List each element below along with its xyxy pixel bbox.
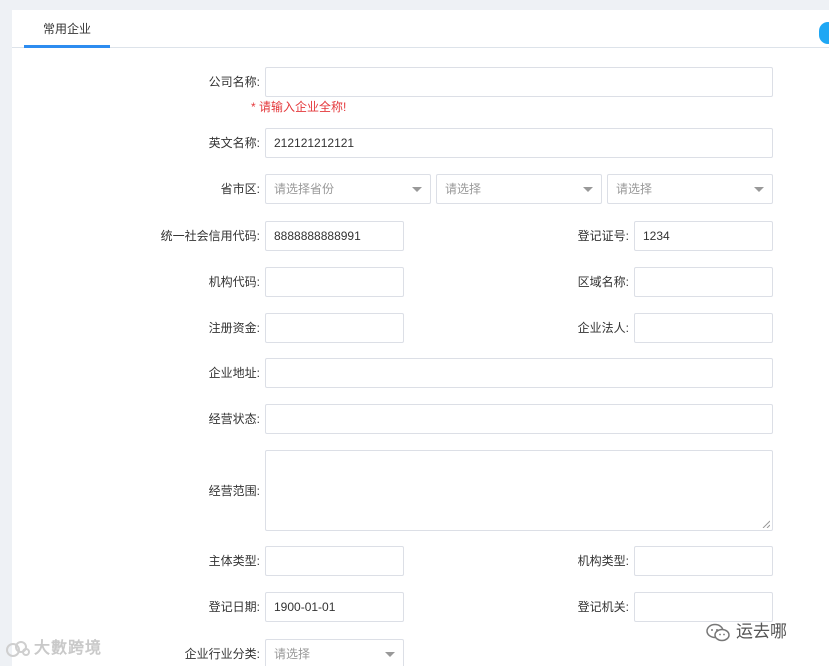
district-select[interactable]: 请选择 (607, 174, 773, 204)
watermark-left-text: 大數跨境 (34, 640, 103, 657)
registration-authority-label: 登记机关: (577, 600, 629, 614)
city-select[interactable]: 请选择 (436, 174, 602, 204)
corner-action-button[interactable] (819, 22, 829, 44)
watermark-right-text: 运去哪 (736, 622, 787, 641)
region-name-label: 区域名称: (577, 275, 629, 289)
registered-capital-label: 注册资金: (208, 321, 260, 335)
credit-code-input[interactable] (265, 221, 404, 251)
region-label: 省市区: (220, 182, 260, 196)
business-status-input[interactable] (265, 404, 773, 434)
tab-bar: 常用企业 (12, 10, 829, 48)
registration-date-label: 登记日期: (208, 600, 260, 614)
registered-capital-input[interactable] (265, 313, 404, 343)
resize-handle-icon[interactable] (762, 520, 770, 528)
english-name-label: 英文名称: (208, 136, 260, 150)
industry-placeholder: 请选择 (274, 647, 311, 661)
wechat-icon (706, 623, 730, 641)
business-status-label: 经营状态: (208, 412, 260, 426)
registration-no-label: 登记证号: (577, 229, 629, 243)
watermark-left: 大數跨境 (6, 636, 102, 662)
company-name-error: * 请输入企业全称! (251, 100, 347, 114)
org-code-input[interactable] (265, 267, 404, 297)
chevron-down-icon (385, 652, 395, 657)
legal-person-label: 企业法人: (577, 321, 629, 335)
chevron-down-icon (754, 187, 764, 192)
company-name-input[interactable] (265, 67, 773, 97)
tab-common-companies[interactable]: 常用企业 (24, 10, 110, 48)
district-placeholder: 请选择 (616, 182, 653, 196)
page-background: 常用企业 公司名称: * 请输入企业全称! 英文名称: 省市区: 请选择省份 请… (0, 0, 829, 666)
registration-date-input[interactable] (265, 592, 404, 622)
address-input[interactable] (265, 358, 773, 388)
org-type-label: 机构类型: (577, 554, 629, 568)
form-panel: 常用企业 公司名称: * 请输入企业全称! 英文名称: 省市区: 请选择省份 请… (12, 10, 829, 666)
legal-person-input[interactable] (634, 313, 773, 343)
brand-logo-icon (6, 640, 30, 657)
org-code-label: 机构代码: (208, 275, 260, 289)
business-scope-label: 经营范围: (208, 484, 260, 498)
entity-type-label: 主体类型: (208, 554, 260, 568)
business-scope-textarea[interactable] (265, 450, 773, 531)
watermark-right: 运去哪 (706, 618, 787, 646)
entity-type-input[interactable] (265, 546, 404, 576)
city-placeholder: 请选择 (445, 182, 482, 196)
industry-select[interactable]: 请选择 (265, 639, 404, 666)
chevron-down-icon (412, 187, 422, 192)
province-select[interactable]: 请选择省份 (265, 174, 431, 204)
region-name-input[interactable] (634, 267, 773, 297)
company-name-label: 公司名称: (208, 75, 260, 89)
english-name-input[interactable] (265, 128, 773, 158)
industry-label: 企业行业分类: (184, 647, 260, 661)
registration-no-input[interactable] (634, 221, 773, 251)
address-label: 企业地址: (208, 366, 260, 380)
active-tab-indicator (24, 45, 110, 48)
chevron-down-icon (583, 187, 593, 192)
province-placeholder: 请选择省份 (274, 182, 335, 196)
credit-code-label: 统一社会信用代码: (160, 229, 260, 243)
org-type-input[interactable] (634, 546, 773, 576)
